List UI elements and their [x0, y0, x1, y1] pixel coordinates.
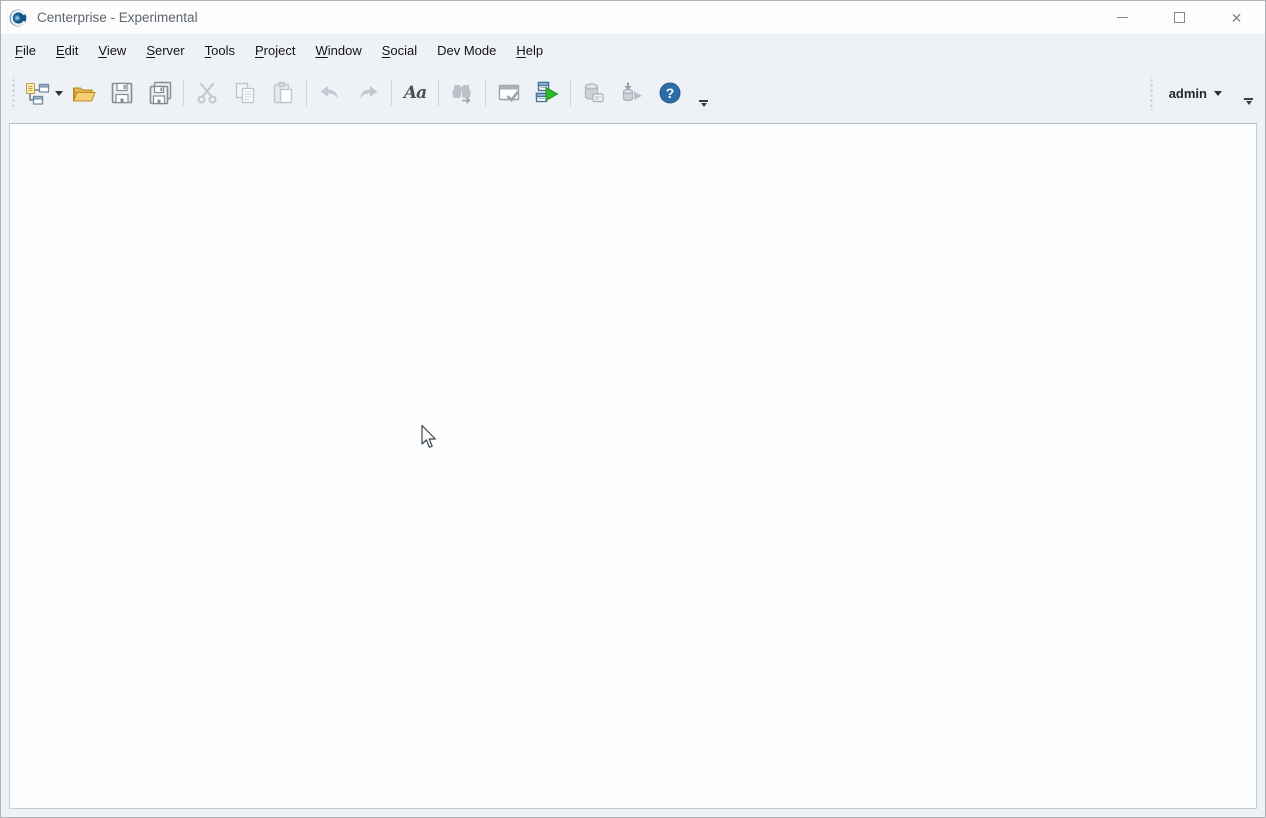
toolbar-separator	[391, 80, 392, 106]
run-dataflow-button[interactable]	[528, 76, 566, 110]
user-name-label: admin	[1168, 85, 1207, 101]
menu-label: P	[254, 42, 264, 58]
close-icon: ✕	[1230, 9, 1243, 26]
copy-icon	[235, 82, 255, 104]
toolbar-grip-handle[interactable]	[1147, 76, 1154, 110]
menu-label: ile	[22, 42, 36, 58]
help-button[interactable]: ?	[651, 76, 689, 110]
redo-button[interactable]	[349, 76, 387, 110]
menu-label: elp	[525, 42, 544, 58]
new-dataflow-icon	[26, 83, 50, 105]
toolbar-grip-handle[interactable]	[10, 76, 16, 110]
help-circle-icon: ?	[659, 82, 681, 104]
copy-button[interactable]	[226, 76, 264, 110]
mouse-cursor-icon	[421, 424, 436, 448]
maximize-button[interactable]	[1151, 1, 1208, 34]
undo-button[interactable]	[311, 76, 349, 110]
menu-label: S	[146, 42, 155, 58]
menu-label: dit	[64, 42, 79, 58]
user-menu-button[interactable]: admin	[1159, 76, 1232, 110]
save-all-button[interactable]	[141, 76, 179, 110]
svg-text:?: ?	[666, 85, 675, 101]
font-button[interactable]: Aa	[396, 76, 434, 110]
app-window: Centerprise - Experimental ✕ File Edit V…	[0, 0, 1266, 818]
verify-button[interactable]	[490, 76, 528, 110]
overflow-icon	[1244, 98, 1253, 100]
save-icon	[111, 82, 133, 104]
new-dropdown-button[interactable]	[53, 76, 65, 110]
database-job-button[interactable]	[575, 76, 613, 110]
menu-label: ools	[211, 42, 235, 58]
database-note-icon	[584, 83, 604, 103]
centerprise-logo-icon	[9, 9, 27, 26]
menu-item-edit[interactable]: Edit	[46, 38, 88, 63]
menu-item-window[interactable]: Window	[305, 38, 371, 63]
open-button[interactable]	[65, 76, 103, 110]
menu-label: W	[315, 42, 328, 58]
minimize-icon	[1117, 17, 1128, 18]
undo-arrow-icon	[320, 86, 338, 99]
toolbar-separator	[306, 80, 307, 106]
toolbar-separator	[485, 80, 486, 106]
menu-item-social[interactable]: Social	[372, 38, 427, 63]
toolbar-separator	[570, 80, 571, 106]
binoculars-icon	[452, 85, 471, 104]
menu-label: H	[516, 42, 526, 58]
menu-label: iew	[106, 42, 127, 58]
toolbar-separator	[183, 80, 184, 106]
cut-button[interactable]	[188, 76, 226, 110]
chevron-down-icon	[1245, 101, 1252, 105]
menu-item-project[interactable]: Project	[245, 38, 305, 63]
window-title: Centerprise - Experimental	[37, 10, 198, 25]
menu-bar: File Edit View Server Tools Project Wind…	[1, 34, 1265, 66]
deploy-button[interactable]	[613, 76, 651, 110]
menu-item-help[interactable]: Help	[506, 38, 553, 63]
workspace-area	[9, 123, 1257, 809]
menu-label: indow	[327, 42, 362, 58]
menu-item-view[interactable]: View	[88, 38, 136, 63]
close-button[interactable]: ✕	[1208, 1, 1265, 34]
toolbar-overflow-button[interactable]	[699, 100, 708, 107]
menu-item-tools[interactable]: Tools	[195, 38, 245, 63]
menu-item-file[interactable]: File	[5, 38, 46, 63]
new-dataflow-button[interactable]	[21, 76, 53, 110]
paste-clipboard-icon	[273, 81, 293, 104]
menu-label: Dev Mode	[437, 42, 497, 58]
save-all-icon	[149, 81, 172, 105]
window-controls: ✕	[1094, 1, 1265, 34]
toolbar: Aa ? admin	[1, 66, 1265, 122]
save-button[interactable]	[103, 76, 141, 110]
maximize-icon	[1174, 12, 1185, 23]
toolbar-separator	[438, 80, 439, 106]
minimize-button[interactable]	[1094, 1, 1151, 34]
open-folder-icon	[72, 87, 96, 102]
verify-window-icon	[498, 84, 520, 102]
menu-label: erver	[155, 42, 185, 58]
font-aa-icon: Aa	[403, 83, 427, 103]
menu-item-dev-mode[interactable]: Dev Mode	[427, 38, 506, 63]
chevron-down-icon	[700, 103, 707, 107]
redo-arrow-icon	[360, 86, 378, 99]
chevron-down-icon	[1214, 90, 1222, 96]
menu-item-server[interactable]: Server	[136, 38, 194, 63]
title-bar[interactable]: Centerprise - Experimental ✕	[1, 1, 1265, 34]
menu-label: E	[55, 42, 65, 58]
menu-label: ocial	[390, 42, 418, 58]
toolbar-right-section: admin	[1143, 76, 1261, 110]
menu-label: roject	[263, 42, 296, 58]
run-dataflow-icon	[535, 81, 559, 103]
chevron-down-icon	[55, 90, 63, 96]
overflow-icon	[699, 100, 708, 102]
find-replace-button[interactable]	[443, 76, 481, 110]
menu-label: V	[98, 42, 107, 58]
paste-button[interactable]	[264, 76, 302, 110]
scissors-icon	[197, 83, 217, 104]
deploy-icon	[622, 82, 642, 102]
menu-label: F	[15, 42, 23, 58]
toolbar-overflow-button[interactable]	[1244, 98, 1253, 105]
